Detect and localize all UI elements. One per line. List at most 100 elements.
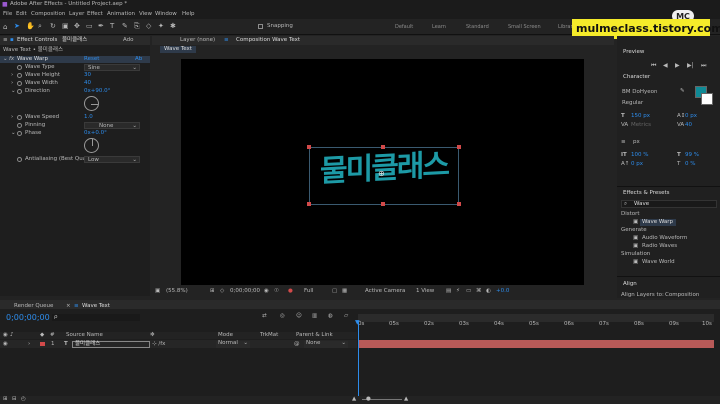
expand-prop-icon[interactable]: ⌄ — [11, 130, 16, 137]
blend-mode-dropdown[interactable]: Normal ⌄ — [216, 340, 250, 348]
playhead[interactable] — [358, 322, 359, 404]
source-name-column[interactable]: Source Name — [66, 332, 103, 339]
vertical-scale-value[interactable]: 100 % — [631, 152, 648, 159]
timeline-panel-menu-icon[interactable]: ≡ — [74, 303, 79, 310]
comp-breadcrumb[interactable]: Wave Text — [160, 46, 196, 53]
wave-type-dropdown[interactable]: Sine ⌄ — [84, 64, 140, 71]
snapping-checkbox[interactable] — [258, 24, 263, 29]
stopwatch-icon[interactable] — [17, 73, 22, 78]
expand-prop-icon[interactable]: › — [11, 80, 13, 87]
menu-layer[interactable]: Layer — [69, 11, 84, 18]
stopwatch-icon[interactable] — [17, 115, 22, 120]
graph-editor-icon[interactable]: ▱ — [344, 313, 348, 320]
layer-row[interactable]: ◉ › 1 T 물미클래스 ⊹ /fx Normal ⌄ @ None ⌄ — [0, 340, 357, 348]
layer-tab[interactable]: Layer (none) — [180, 37, 215, 44]
effect-controls-tab[interactable]: Effect Controls — [17, 37, 57, 44]
composition-tab[interactable]: Composition Wave Text — [236, 37, 300, 44]
reset-link[interactable]: Reset — [84, 56, 99, 63]
menu-edit[interactable]: Edit — [16, 11, 27, 18]
motion-blur-icon[interactable]: ◍ — [328, 313, 333, 320]
draft-3d-icon[interactable]: ◎ — [280, 313, 285, 320]
expand-prop-icon[interactable]: › — [11, 72, 13, 79]
stopwatch-icon[interactable] — [17, 123, 22, 128]
wave-width-value[interactable]: 40 — [84, 80, 91, 87]
horizontal-scale-value[interactable]: 99 % — [685, 152, 699, 159]
expand-prop-icon[interactable]: › — [11, 114, 13, 121]
phase-value[interactable]: 0x+0.0° — [84, 130, 107, 137]
resolution-dropdown[interactable]: Full — [304, 288, 313, 295]
font-style-dropdown[interactable]: Regular — [622, 100, 643, 107]
stroke-color-swatch[interactable] — [701, 93, 713, 105]
adobe-tab[interactable]: Ado — [123, 37, 134, 44]
color-channel-icon[interactable]: ● — [288, 288, 293, 295]
frame-blending-icon[interactable]: ▥ — [312, 313, 317, 320]
pan-behind-icon[interactable]: ✥ — [74, 23, 80, 30]
tracking-value[interactable]: 40 — [685, 122, 692, 129]
rotate-tool-icon[interactable]: ↻ — [50, 23, 56, 30]
reset-exposure-icon[interactable]: ◐ — [486, 288, 491, 295]
stopwatch-icon[interactable] — [17, 65, 22, 70]
expand-layer-icon[interactable]: › — [28, 341, 30, 348]
stroke-unit[interactable]: px — [633, 139, 640, 146]
view-layout-dropdown[interactable]: 1 View — [416, 288, 434, 295]
stopwatch-icon[interactable] — [17, 89, 22, 94]
show-snapshot-icon[interactable]: ☉ — [274, 288, 279, 295]
baseline-shift-value[interactable]: 0 px — [631, 161, 643, 168]
transform-handle[interactable] — [457, 202, 461, 206]
font-family-dropdown[interactable]: BM DoHyeon — [622, 89, 658, 96]
stopwatch-icon[interactable] — [17, 157, 22, 162]
audio-icon[interactable]: ♪ — [10, 332, 14, 339]
comp-canvas[interactable]: 물미클래스 ⊕ — [181, 59, 584, 285]
toggle-modes-icon[interactable]: ⊟ — [12, 396, 17, 403]
parent-link-column[interactable]: Parent & Link — [296, 332, 333, 339]
effect-radio-waves-item[interactable]: Radio Waves — [642, 243, 677, 250]
roto-tool-icon[interactable]: ✦ — [158, 23, 164, 30]
zoom-out-icon[interactable]: ▲ — [352, 396, 356, 403]
wave-text-comp-tab[interactable]: Wave Text — [82, 303, 110, 310]
align-to-dropdown[interactable]: Composition — [665, 292, 699, 299]
effect-wave-warp-item[interactable]: Wave Warp — [640, 219, 676, 226]
kerning-metrics[interactable]: Metrics — [631, 122, 651, 129]
timeline-timecode[interactable]: 0;00;00;00 — [6, 313, 50, 322]
timeline-search-input[interactable]: ρ — [52, 314, 140, 321]
pen-tool-icon[interactable]: ✒ — [98, 23, 104, 30]
pixel-aspect-icon[interactable]: ▤ — [446, 288, 451, 295]
always-preview-icon[interactable]: ▣ — [155, 288, 160, 295]
workspace-learn[interactable]: Learn — [432, 24, 446, 30]
effects-search-input[interactable]: ⌕ Wave — [621, 200, 717, 208]
workspace-default[interactable]: Default — [395, 24, 413, 30]
wave-height-value[interactable]: 30 — [84, 72, 91, 79]
region-of-interest-icon[interactable]: ▢ — [332, 288, 337, 295]
phase-dial[interactable] — [84, 138, 99, 153]
panel-menu-icon[interactable]: ≡ — [3, 37, 8, 44]
zoom-tool-icon[interactable]: ⌕ — [38, 23, 42, 30]
clone-tool-icon[interactable]: ⎘ — [134, 23, 140, 30]
category-simulation[interactable]: Simulation — [621, 251, 650, 258]
close-tab-icon[interactable]: × — [66, 303, 71, 310]
transform-handle[interactable] — [307, 145, 311, 149]
prev-frame-icon[interactable]: ◀ — [663, 63, 668, 69]
render-time-icon[interactable]: ◴ — [21, 396, 26, 403]
tsume-value[interactable]: 0 % — [685, 161, 695, 168]
fx-icon[interactable]: fx — [9, 56, 14, 63]
camera-tool-icon[interactable]: ▣ — [62, 23, 69, 30]
menu-view[interactable]: View — [139, 11, 152, 18]
layer-label-color[interactable] — [40, 342, 45, 346]
category-generate[interactable]: Generate — [621, 227, 647, 234]
pick-whip-icon[interactable]: @ — [294, 341, 300, 348]
time-ruler[interactable]: 0s 05s 02s 03s 04s 05s 06s 07s 08s 09s 1… — [358, 321, 714, 332]
brush-tool-icon[interactable]: ✎ — [122, 23, 128, 30]
layer-duration-bar[interactable] — [358, 340, 714, 348]
playhead-handle-icon[interactable]: ▼ — [355, 320, 360, 326]
zoom-in-icon[interactable]: ▲ — [404, 396, 408, 403]
puppet-tool-icon[interactable]: ✱ — [170, 23, 176, 30]
expand-prop-icon[interactable]: ⌄ — [11, 88, 16, 95]
parent-dropdown[interactable]: None ⌄ — [304, 340, 348, 348]
timeline-icon[interactable]: ▭ — [466, 288, 471, 295]
render-queue-tab[interactable]: Render Queue — [14, 303, 53, 310]
transform-handle[interactable] — [307, 202, 311, 206]
trkmat-column[interactable]: TrkMat — [260, 332, 278, 339]
effect-wave-world-item[interactable]: Wave World — [642, 259, 675, 266]
exposure-value[interactable]: +0.0 — [496, 288, 509, 295]
menu-animation[interactable]: Animation — [107, 11, 135, 18]
